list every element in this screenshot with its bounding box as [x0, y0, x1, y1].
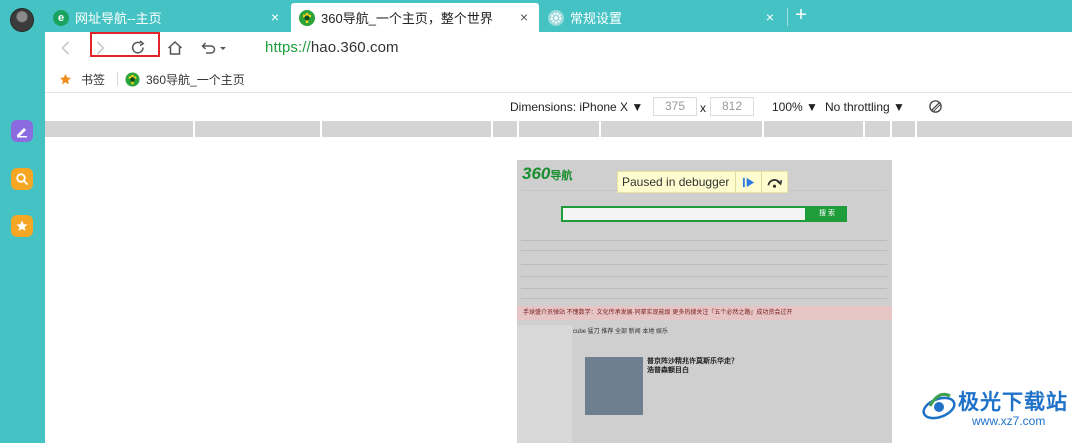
bookmarks-label: 书签: [81, 73, 106, 87]
undo-icon[interactable]: [195, 36, 219, 60]
media-query-bar: [45, 121, 1072, 137]
edit-note-icon[interactable]: [11, 120, 33, 142]
360-nav-icon: [299, 9, 315, 26]
device-height-input[interactable]: 812: [710, 97, 754, 116]
device-toolbar: Dimensions: iPhone X ▼ 375 x 812 100% ▼ …: [45, 94, 1072, 120]
dimensions-label: Dimensions: iPhone X: [510, 100, 629, 114]
site-watermark: 极光下载站 www.xz7.com: [918, 380, 1068, 436]
page-divider: [521, 288, 887, 289]
ruler-divider: [320, 121, 322, 137]
bookmark-item[interactable]: 360导航_一个主页: [125, 71, 245, 88]
tab-title: 常规设置: [570, 11, 623, 26]
hot-search-banner[interactable]: 手球盛介员弹站 不愧数学：文化传承发展·同辈实现能级 更多热搜关注『五个必然之路…: [517, 306, 892, 320]
rotate-icon[interactable]: [928, 99, 943, 117]
url-scheme: https://: [265, 39, 311, 56]
resume-icon[interactable]: [735, 172, 761, 192]
dropdown-caret-icon: ▼: [893, 100, 905, 114]
ruler-divider: [517, 121, 519, 137]
left-sidebar: [0, 0, 45, 443]
360-e-icon: e: [53, 9, 69, 26]
ruler-divider: [193, 121, 195, 137]
page-divider: [521, 250, 887, 251]
emulated-page[interactable]: 360导航 搜 索 手球盛介员弹站 不愧数学：文化传承发展·同辈实现能级 更多热…: [517, 160, 892, 443]
url-host: hao.360.com: [310, 39, 399, 56]
star-favorites-icon[interactable]: [11, 215, 33, 237]
site-logo-text: 导航: [550, 170, 573, 182]
news-thumbnail[interactable]: [585, 357, 643, 415]
tab-close-icon[interactable]: ×: [517, 10, 531, 24]
throttling-dropdown[interactable]: No throttling ▼: [825, 100, 905, 114]
dropdown-caret-icon: ▼: [806, 100, 818, 114]
back-arrow-icon[interactable]: [54, 36, 78, 60]
ruler-divider: [915, 121, 917, 137]
new-tab-button[interactable]: +: [790, 4, 812, 26]
throttling-value: No throttling: [825, 100, 890, 114]
site-logo: 360导航: [522, 164, 572, 184]
dimensions-dropdown[interactable]: Dimensions: iPhone X ▼: [510, 100, 643, 114]
page-divider: [521, 264, 887, 265]
tab-bar: e 网址导航--主页 × 360导航_一个主页，整个世界 × 常规设置 × +: [45, 0, 1072, 32]
news-tabs[interactable]: cube 猛刀 推荐 全部 新闻 本地 娱乐: [573, 326, 668, 335]
tab-close-icon[interactable]: ×: [268, 10, 282, 24]
ruler-divider: [491, 121, 493, 137]
bookmarks-menu[interactable]: 书签: [59, 71, 105, 88]
bookmark-title: 360导航_一个主页: [146, 73, 245, 87]
address-bar[interactable]: https://hao.360.com: [265, 39, 399, 56]
highlight-annotation-box: [90, 32, 160, 57]
ruler-divider: [890, 121, 892, 137]
bookmarks-divider: [117, 72, 118, 86]
tab-title: 网址导航--主页: [75, 11, 162, 26]
page-divider: [521, 240, 887, 241]
tab-360-daohang[interactable]: 360导航_一个主页，整个世界 ×: [291, 3, 539, 32]
watermark-url: www.xz7.com: [972, 414, 1046, 428]
ruler-divider: [599, 121, 601, 137]
site-logo-number: 360: [522, 164, 551, 183]
tab-wangzhi-daohang[interactable]: e 网址导航--主页 ×: [45, 3, 290, 32]
debugger-label: Paused in debugger: [622, 175, 730, 189]
ruler-divider: [762, 121, 764, 137]
watermark-brand: 极光下载站: [958, 390, 1068, 414]
tab-settings[interactable]: 常规设置 ×: [540, 3, 785, 32]
bookmarks-bar: 书签 360导航_一个主页: [45, 65, 1072, 93]
watermark-logo-icon: [922, 392, 956, 420]
avatar[interactable]: [10, 8, 34, 32]
debugger-paused-overlay: Paused in debugger: [617, 171, 789, 193]
site-search-input[interactable]: [561, 206, 807, 222]
tab-close-icon[interactable]: ×: [763, 10, 777, 24]
zoom-dropdown[interactable]: 100% ▼: [772, 100, 818, 114]
step-over-icon[interactable]: [761, 172, 787, 192]
dimension-separator: x: [700, 101, 706, 115]
news-headline[interactable]: 普京阵沙精兆许莫斯乐华走？ 浩普森额目白: [647, 357, 738, 375]
ruler-divider: [863, 121, 865, 137]
site-search-button[interactable]: 搜 索: [807, 206, 847, 222]
tab-title: 360导航_一个主页，整个世界: [321, 11, 493, 26]
tab-divider: [787, 8, 788, 26]
zoom-value: 100%: [772, 100, 803, 114]
device-width-input[interactable]: 375: [653, 97, 697, 116]
page-divider: [521, 276, 887, 277]
navigation-toolbar: https://hao.360.com: [45, 32, 1072, 65]
360-nav-icon: [125, 72, 140, 87]
settings-gear-icon: [548, 9, 564, 26]
search-icon[interactable]: [11, 168, 33, 190]
dropdown-caret-icon: ▼: [631, 100, 644, 114]
undo-dropdown-icon[interactable]: [217, 36, 229, 60]
star-bookmark-icon: [59, 73, 72, 85]
page-divider: [521, 298, 887, 299]
page-side-column: [517, 325, 572, 443]
home-icon[interactable]: [163, 36, 187, 60]
